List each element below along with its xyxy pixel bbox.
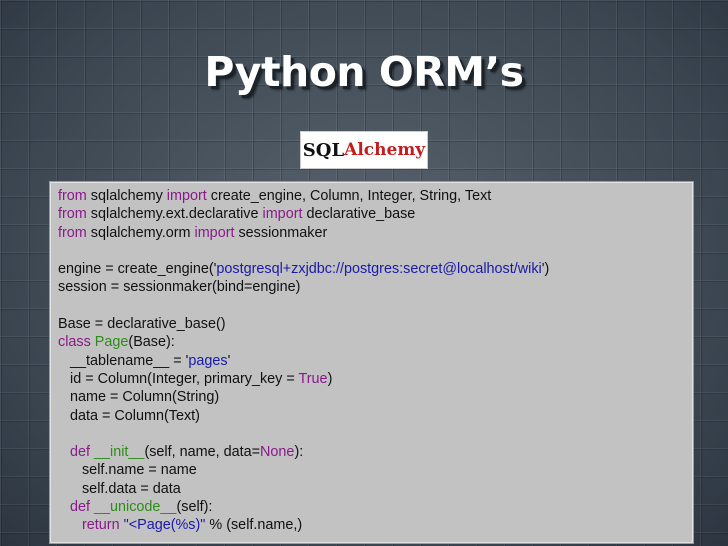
code-token: sqlalchemy.ext.declarative: [86, 206, 263, 223]
code-line: session = sessionmaker(bind=engine): [58, 278, 685, 296]
code-line: from sqlalchemy.orm import sessionmaker: [58, 224, 685, 242]
code-token: ): [327, 370, 333, 387]
code-token: self.name = name: [58, 462, 197, 479]
code-token: (Base):: [128, 334, 175, 351]
code-token: sqlalchemy: [86, 188, 167, 204]
code-token-kw: None: [260, 444, 295, 461]
code-token: (self):: [176, 499, 213, 516]
code-line: data = Column(Text): [58, 407, 685, 425]
code-token-kw: def: [70, 444, 91, 461]
code-line: return "<Page(%s)" % (self.name,): [58, 516, 685, 534]
sqlalchemy-logo: SQL Alchemy: [300, 131, 428, 169]
code-token-str: pages: [188, 352, 228, 369]
code-block: from sqlalchemy import create_engine, Co…: [49, 181, 694, 544]
code-token: create_engine, Column, Integer, String, …: [206, 188, 492, 204]
code-token: sqlalchemy.orm: [86, 224, 195, 241]
code-token-kw: import: [166, 188, 207, 204]
logo-text-alchemy: Alchemy: [344, 140, 426, 160]
code-token-kw: import: [262, 206, 303, 223]
code-token: id = Column(Integer, primary_key =: [58, 370, 299, 387]
code-token-str: "<Page(%s)": [123, 517, 206, 534]
code-token-kw: import: [194, 224, 235, 241]
code-token: (self, name, data=: [144, 444, 261, 461]
code-line: def __init__(self, name, data=None):: [58, 443, 685, 461]
code-line: from sqlalchemy import create_engine, Co…: [58, 187, 685, 205]
code-token: __tablename__ = ': [58, 352, 189, 369]
code-line: from sqlalchemy.ext.declarative import d…: [58, 205, 685, 223]
code-token-kw: def: [70, 499, 91, 516]
code-token-kw: return: [82, 517, 120, 534]
code-token-cls: __unicode__: [94, 499, 177, 516]
logo-text-sql: SQL: [302, 139, 345, 161]
code-token: data = Column(Text): [58, 407, 200, 424]
code-line: __tablename__ = 'pages': [58, 352, 685, 370]
code-line: def __unicode__(self):: [58, 498, 685, 516]
code-line: class Page(Base):: [58, 333, 685, 351]
code-token: Base = declarative_base(): [58, 316, 226, 333]
slide-title: Python ORM’s: [204, 48, 524, 96]
code-token: session = sessionmaker(bind=engine): [58, 279, 301, 296]
code-token: % (self.name,): [205, 517, 303, 534]
code-token: declarative_base: [302, 206, 416, 223]
code-token-kw: from: [58, 206, 87, 223]
code-token: self.data = data: [58, 480, 181, 497]
code-line: self.data = data: [58, 480, 685, 498]
code-token-kw: from: [58, 188, 87, 204]
code-token: ': [227, 352, 231, 369]
code-line: id = Column(Integer, primary_key = True): [58, 370, 685, 388]
code-listing: from sqlalchemy import create_engine, Co…: [58, 187, 685, 535]
code-token-cls: Page: [94, 334, 129, 351]
code-line: self.name = name: [58, 461, 685, 479]
code-line: Base = declarative_base(): [58, 315, 685, 333]
code-token: sessionmaker: [234, 224, 328, 241]
code-token-str: postgresql+zxjdbc://postgres:secret@loca…: [216, 261, 542, 278]
code-token-kw: from: [58, 224, 87, 241]
code-token: engine = create_engine(': [58, 261, 217, 278]
code-line: name = Column(String): [58, 388, 685, 406]
code-token: ):: [294, 444, 304, 461]
code-token-kw: True: [298, 370, 328, 387]
code-token-kw: class: [58, 334, 91, 351]
code-token: '): [541, 261, 550, 278]
code-token-cls: __init__: [94, 444, 145, 461]
code-line: engine = create_engine('postgresql+zxjdb…: [58, 260, 685, 278]
code-token: name = Column(String): [58, 389, 220, 406]
